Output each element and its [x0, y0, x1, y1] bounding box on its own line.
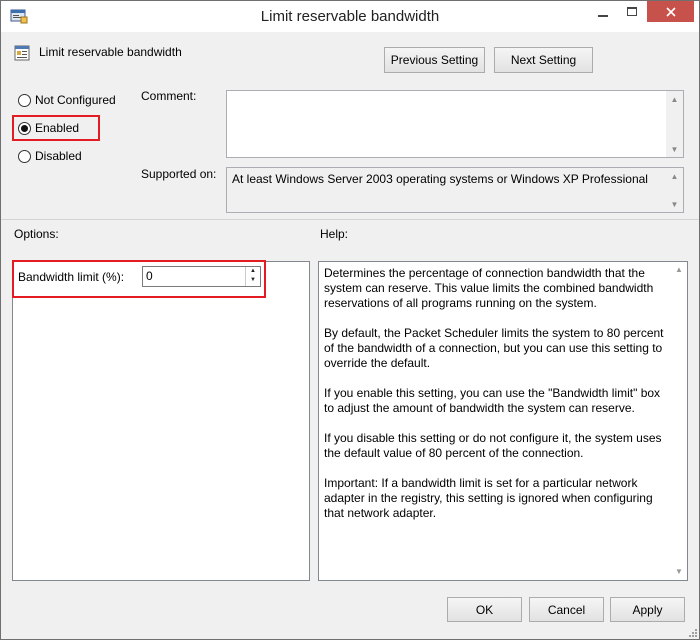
highlight-box-bandwidth — [12, 260, 266, 298]
comment-textarea[interactable]: ▲ ▼ — [226, 90, 684, 158]
scroll-up-icon[interactable]: ▲ — [666, 91, 683, 107]
policy-name: Limit reservable bandwidth — [39, 45, 182, 59]
options-label: Options: — [14, 227, 59, 241]
minimize-icon — [598, 14, 608, 17]
help-paragraph: If you enable this setting, you can use … — [324, 386, 661, 415]
maximize-button[interactable] — [618, 1, 646, 22]
scroll-down-icon[interactable]: ▼ — [666, 196, 683, 212]
scroll-up-icon[interactable]: ▲ — [666, 168, 683, 184]
policy-dialog-window: Limit reservable bandwidth Limit reserva… — [0, 0, 700, 640]
resize-grip-icon[interactable] — [687, 627, 697, 637]
radio-circle — [18, 149, 31, 163]
help-text-panel: Determines the percentage of connection … — [318, 261, 688, 581]
radio-label: Not Configured — [35, 93, 116, 107]
help-label: Help: — [320, 227, 349, 241]
scroll-down-icon[interactable]: ▼ — [666, 141, 683, 157]
minimize-button[interactable] — [589, 1, 617, 22]
close-button[interactable] — [647, 1, 694, 22]
comment-scrollbar[interactable]: ▲ ▼ — [666, 91, 683, 157]
highlight-box-enabled — [12, 115, 100, 141]
radio-disabled[interactable]: Disabled — [18, 149, 82, 163]
section-divider — [1, 219, 699, 220]
maximize-icon — [627, 7, 637, 16]
radio-label: Disabled — [35, 149, 82, 163]
comment-label: Comment: — [141, 89, 197, 103]
radio-not-configured[interactable]: Not Configured — [18, 93, 116, 107]
help-paragraph: Important: If a bandwidth limit is set f… — [324, 476, 653, 520]
scroll-down-icon[interactable]: ▼ — [671, 564, 687, 580]
supported-on-box: At least Windows Server 2003 operating s… — [226, 167, 684, 213]
supported-on-value: At least Windows Server 2003 operating s… — [232, 172, 648, 186]
supported-on-label: Supported on: — [141, 167, 217, 181]
ok-button[interactable]: OK — [447, 597, 522, 622]
scroll-up-icon[interactable]: ▲ — [671, 262, 687, 278]
close-icon — [665, 6, 676, 17]
previous-setting-button[interactable]: Previous Setting — [384, 47, 485, 73]
apply-button[interactable]: Apply — [610, 597, 685, 622]
cancel-button[interactable]: Cancel — [529, 597, 604, 622]
next-setting-button[interactable]: Next Setting — [494, 47, 593, 73]
options-panel — [12, 261, 310, 581]
help-paragraph: If you disable this setting or do not co… — [324, 431, 662, 460]
policy-setting-icon — [14, 45, 30, 61]
title-bar[interactable]: Limit reservable bandwidth — [1, 1, 699, 32]
supported-scrollbar[interactable]: ▲ ▼ — [666, 168, 683, 212]
help-paragraph: By default, the Packet Scheduler limits … — [324, 326, 664, 370]
radio-circle — [18, 93, 31, 107]
help-scrollbar[interactable]: ▲ ▼ — [671, 262, 687, 580]
help-paragraph: Determines the percentage of connection … — [324, 266, 654, 310]
